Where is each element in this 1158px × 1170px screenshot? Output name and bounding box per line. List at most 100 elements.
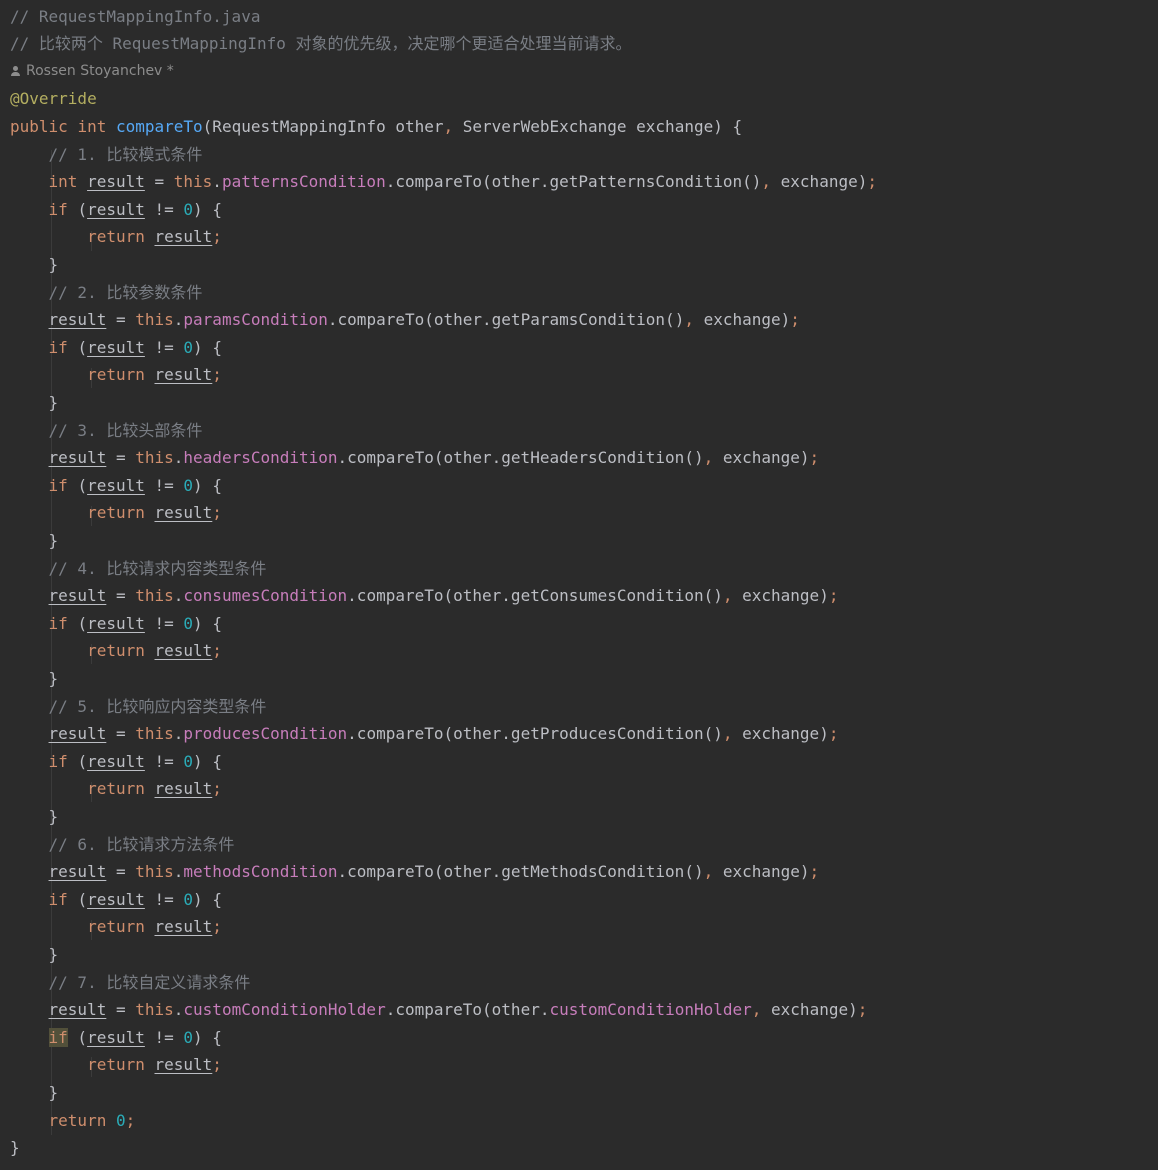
code-token: if bbox=[48, 475, 78, 495]
code-token: } bbox=[10, 530, 59, 550]
code-token: ; bbox=[212, 641, 222, 661]
code-token: ) { bbox=[193, 199, 222, 219]
code-line[interactable]: result = this.consumesCondition.compareT… bbox=[10, 582, 839, 610]
code-line[interactable]: if (result != 0) { bbox=[10, 610, 222, 638]
author-annotation[interactable]: Rossen Stoyanchev * bbox=[10, 58, 174, 86]
code-line[interactable]: if (result != 0) { bbox=[10, 748, 222, 776]
code-token: if bbox=[48, 751, 78, 771]
code-line[interactable]: result = this.methodsCondition.compareTo… bbox=[10, 858, 820, 886]
code-line[interactable]: if (result != 0) { bbox=[10, 472, 222, 500]
code-line[interactable]: if (result != 0) { bbox=[10, 196, 222, 224]
code-token: != bbox=[144, 613, 184, 633]
code-token: result bbox=[87, 1027, 145, 1047]
code-token: , bbox=[722, 586, 743, 606]
code-token: this bbox=[135, 724, 174, 744]
code-token: ; bbox=[125, 1110, 136, 1130]
code-token: this bbox=[135, 586, 174, 606]
code-line[interactable]: } bbox=[10, 251, 59, 279]
code-token: result bbox=[154, 227, 213, 247]
code-line[interactable]: // RequestMappingInfo.java bbox=[10, 3, 260, 31]
code-token: . bbox=[173, 724, 184, 744]
code-line[interactable]: if (result != 0) { bbox=[10, 1024, 222, 1052]
code-token: result bbox=[87, 337, 145, 357]
code-token: // RequestMappingInfo.java bbox=[10, 6, 261, 26]
code-line[interactable]: int result = this.patternsCondition.comp… bbox=[10, 168, 877, 196]
code-line[interactable]: return result; bbox=[10, 1051, 222, 1079]
code-line[interactable]: } bbox=[10, 527, 59, 555]
code-token: return bbox=[87, 779, 155, 799]
code-token: = bbox=[106, 310, 136, 330]
code-token: compareTo bbox=[115, 116, 203, 136]
code-token: ) { bbox=[193, 751, 222, 771]
code-token: != bbox=[144, 1027, 184, 1047]
code-token: result bbox=[48, 1000, 107, 1020]
code-token: , bbox=[761, 172, 781, 192]
code-editor[interactable]: // RequestMappingInfo.java // 比较两个 Reques… bbox=[0, 0, 1158, 1170]
code-token: if bbox=[48, 889, 78, 909]
code-line[interactable]: } bbox=[10, 803, 59, 831]
code-token: ; bbox=[212, 503, 222, 523]
code-line[interactable]: // 比较两个 RequestMappingInfo 对象的优先级，决定哪个更适… bbox=[10, 30, 632, 58]
code-token: != bbox=[144, 337, 184, 357]
code-line[interactable]: } bbox=[10, 389, 59, 417]
code-token: . bbox=[173, 310, 184, 330]
code-line[interactable]: // 3. 比较头部条件 bbox=[10, 417, 203, 445]
code-token: ; bbox=[212, 227, 222, 247]
code-line[interactable]: } bbox=[10, 1079, 59, 1107]
code-line[interactable]: return result; bbox=[10, 499, 222, 527]
code-token: != bbox=[144, 889, 184, 909]
code-line[interactable]: return result; bbox=[10, 637, 222, 665]
code-line[interactable]: // 1. 比较模式条件 bbox=[10, 141, 203, 169]
code-line[interactable]: public int compareTo(RequestMappingInfo … bbox=[10, 113, 742, 141]
code-token: ) { bbox=[193, 889, 222, 909]
code-token: int bbox=[48, 172, 88, 192]
code-line[interactable]: // 7. 比较自定义请求条件 bbox=[10, 969, 251, 997]
code-line[interactable]: // 5. 比较响应内容类型条件 bbox=[10, 693, 267, 721]
code-token: != bbox=[144, 751, 184, 771]
code-line[interactable]: return result; bbox=[10, 913, 222, 941]
code-line[interactable]: result = this.paramsCondition.compareTo(… bbox=[10, 306, 800, 334]
code-token: methodsCondition bbox=[183, 862, 338, 882]
code-token: ( bbox=[77, 475, 88, 495]
code-token: } bbox=[10, 668, 59, 688]
code-line[interactable]: if (result != 0) { bbox=[10, 886, 222, 914]
code-line[interactable]: @Override bbox=[10, 85, 97, 113]
code-line[interactable]: result = this.producesCondition.compareT… bbox=[10, 720, 839, 748]
code-line[interactable]: result = this.headersCondition.compareTo… bbox=[10, 444, 820, 472]
code-token: 0 bbox=[183, 613, 194, 633]
code-token: this bbox=[135, 310, 174, 330]
code-line[interactable]: if (result != 0) { bbox=[10, 334, 222, 362]
code-token: return bbox=[87, 641, 155, 661]
code-token: result bbox=[48, 310, 107, 330]
code-token: exchange) bbox=[703, 310, 791, 330]
code-token: } bbox=[10, 806, 59, 826]
code-line[interactable]: return result; bbox=[10, 775, 222, 803]
code-line[interactable]: // 4. 比较请求内容类型条件 bbox=[10, 555, 267, 583]
code-line[interactable]: return 0; bbox=[10, 1107, 136, 1135]
code-line[interactable]: return result; bbox=[10, 223, 222, 251]
code-line[interactable]: return result; bbox=[10, 361, 222, 389]
code-line[interactable]: // 6. 比较请求方法条件 bbox=[10, 831, 235, 859]
code-line[interactable]: } bbox=[10, 941, 59, 969]
code-token: return bbox=[87, 917, 155, 937]
code-token: } bbox=[10, 944, 59, 964]
code-token: producesCondition bbox=[183, 724, 348, 744]
code-line[interactable]: } bbox=[10, 1134, 20, 1162]
code-token: result bbox=[87, 751, 145, 771]
code-token: // 2. 比较参数条件 bbox=[48, 282, 203, 302]
code-line[interactable]: } bbox=[10, 665, 59, 693]
code-line[interactable]: result = this.customConditionHolder.comp… bbox=[10, 996, 868, 1024]
code-token: } bbox=[10, 254, 59, 274]
code-token: 0 bbox=[183, 337, 194, 357]
code-token: exchange) bbox=[742, 586, 829, 606]
code-line[interactable]: // 2. 比较参数条件 bbox=[10, 279, 203, 307]
